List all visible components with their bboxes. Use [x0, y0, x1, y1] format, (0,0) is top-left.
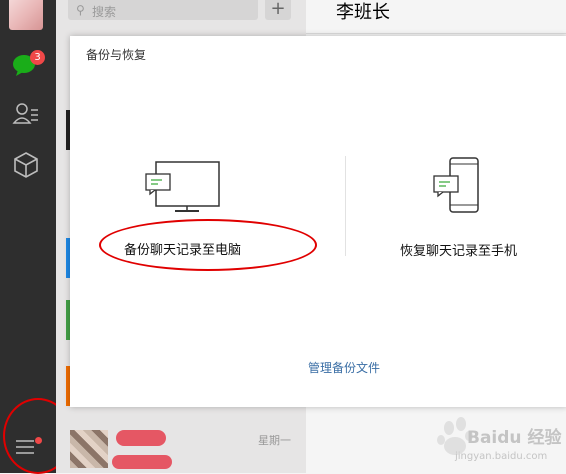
add-button[interactable]: + — [265, 0, 291, 20]
list-item-time: 星期一 — [258, 434, 291, 447]
manage-backups-link[interactable]: 管理备份文件 — [308, 359, 380, 376]
redacted-name — [116, 430, 166, 446]
search-input[interactable]: ⚲ 搜索 — [68, 0, 258, 20]
watermark-brand: Baidu 经验 — [467, 428, 562, 448]
contacts-icon[interactable] — [11, 99, 41, 129]
restore-option-label: 恢复聊天记录至手机 — [400, 244, 518, 259]
chat-title: 李班长 — [336, 2, 390, 23]
user-avatar[interactable] — [9, 0, 43, 30]
search-icon: ⚲ — [76, 3, 85, 17]
list-item-avatar[interactable] — [70, 430, 108, 468]
annotation-oval — [99, 219, 317, 271]
restore-to-phone-option[interactable]: 恢复聊天记录至手机 — [370, 152, 560, 292]
option-divider — [345, 156, 346, 256]
chat-header-divider — [306, 33, 566, 34]
computer-icon — [145, 161, 220, 212]
redacted-message — [112, 455, 172, 469]
dialog-title: 备份与恢复 — [86, 48, 147, 62]
watermark-url: jingyan.baidu.com — [455, 451, 548, 462]
unread-badge: 3 — [30, 50, 45, 65]
backup-restore-dialog: 备份与恢复 备份聊天记录至电脑 恢复聊天记录至手机 管理备份文件 — [70, 36, 566, 407]
phone-icon — [433, 157, 479, 213]
collection-icon[interactable] — [11, 150, 41, 180]
